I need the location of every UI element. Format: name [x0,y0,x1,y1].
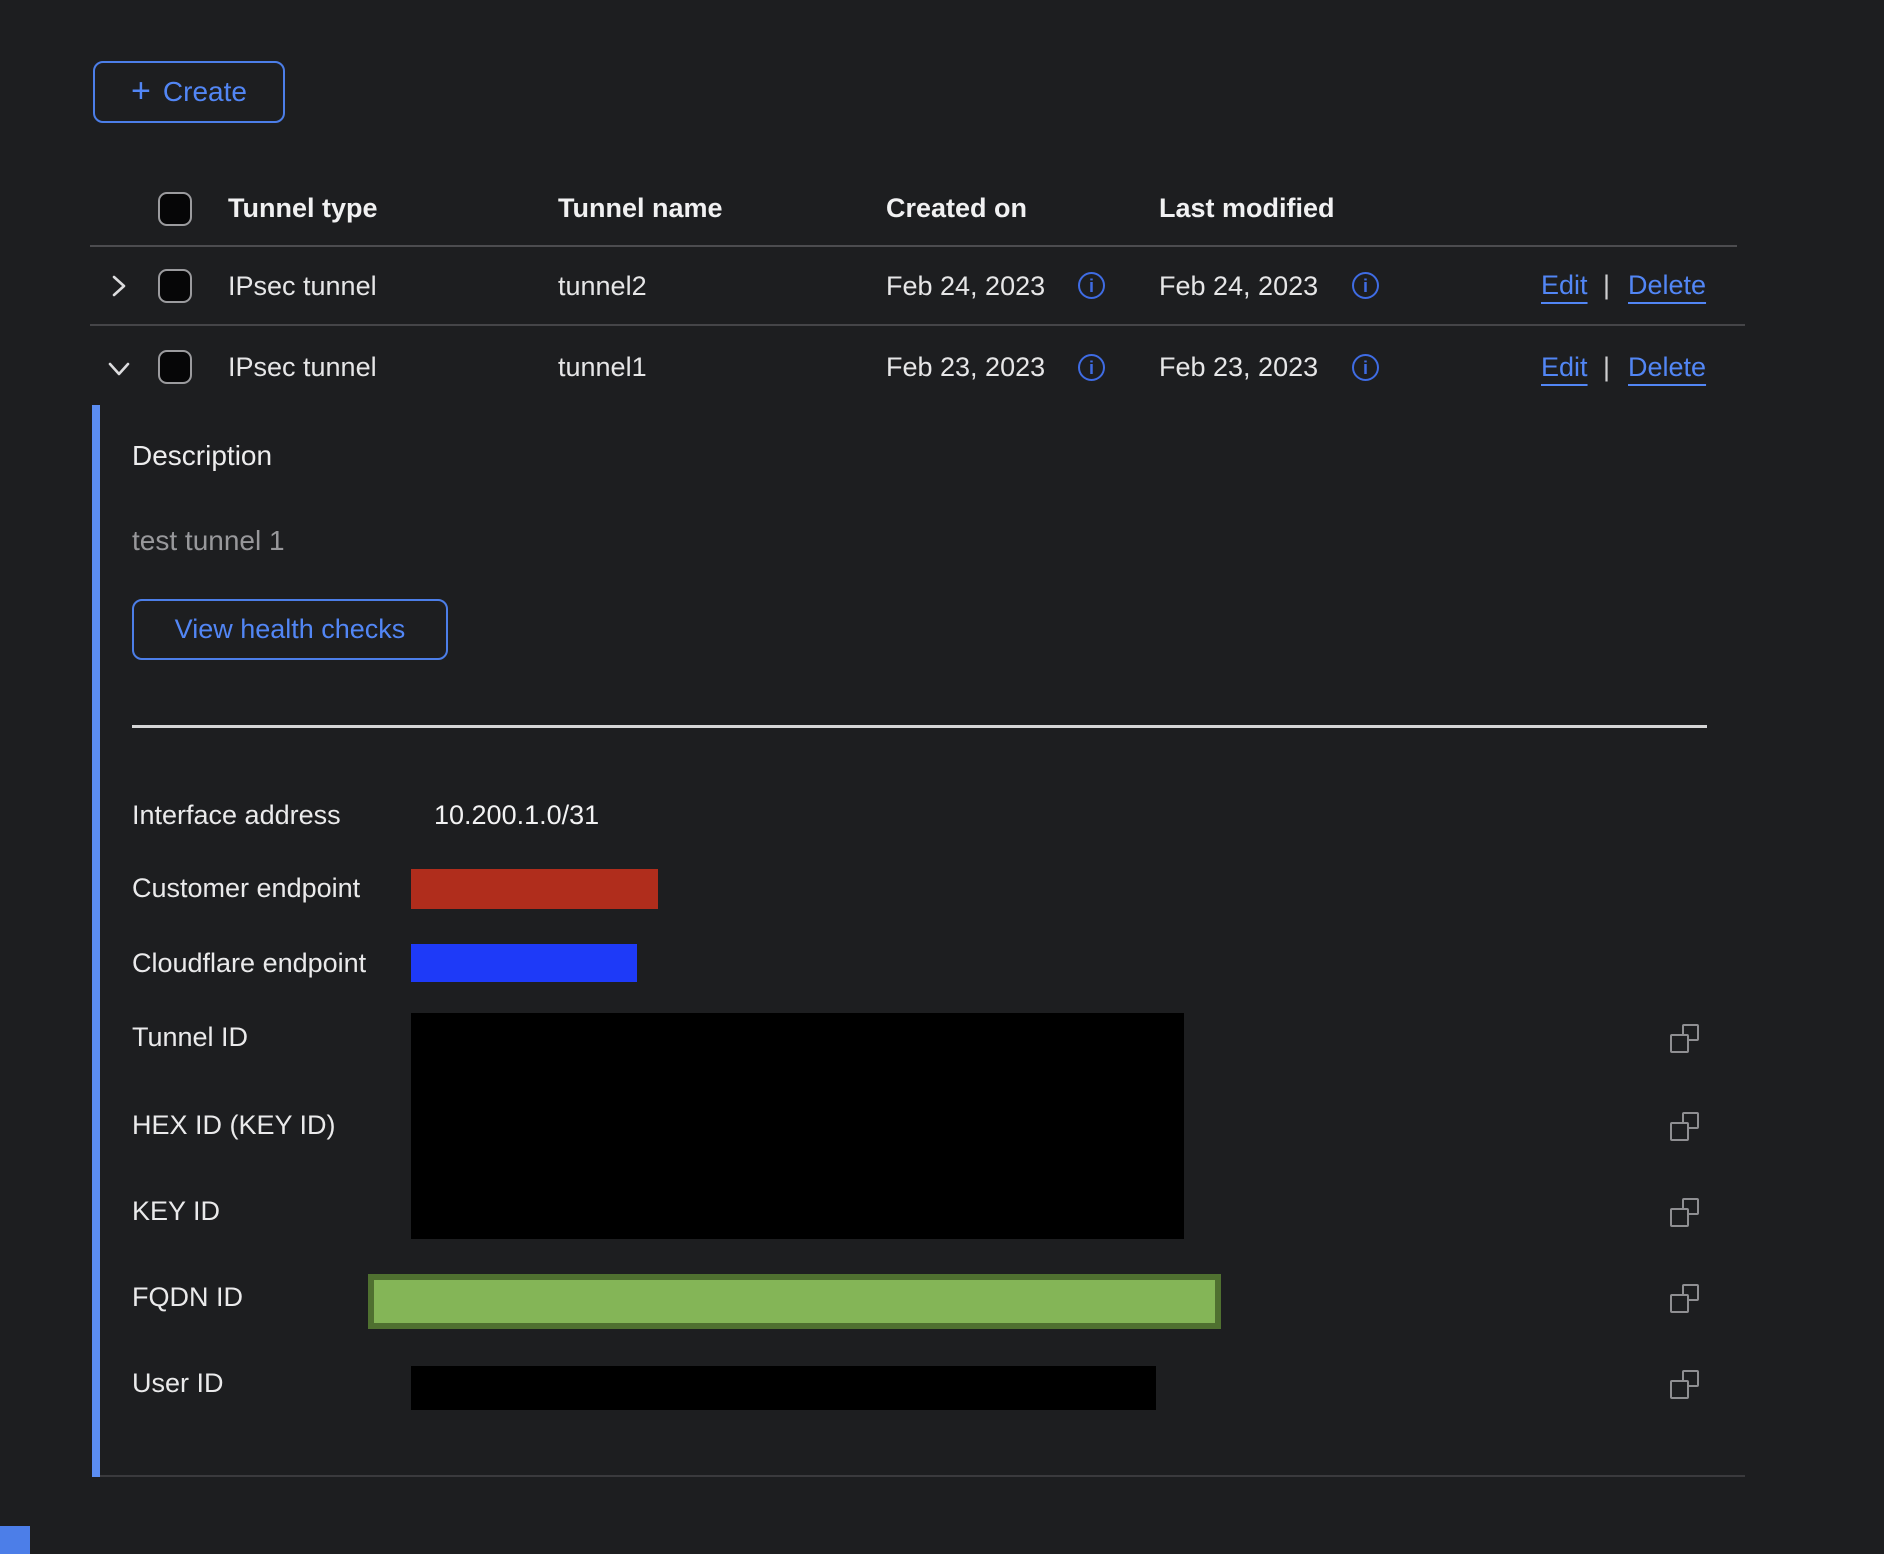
info-icon[interactable]: i [1078,272,1105,299]
panel-bottom-divider [100,1475,1745,1477]
created-on-cell: Feb 24, 2023 [886,247,1045,325]
cloudflare-endpoint-label: Cloudflare endpoint [132,948,366,979]
row-checkbox[interactable] [158,269,192,303]
copy-icon[interactable] [1669,1024,1699,1054]
tunnel-type-cell: IPsec tunnel [228,326,377,408]
key-id-label: KEY ID [132,1196,220,1227]
cloudflare-endpoint-redacted-value [411,944,637,982]
copy-icon[interactable] [1669,1112,1699,1142]
section-divider [132,725,1707,728]
delete-link[interactable]: Delete [1628,352,1706,383]
fqdn-id-label: FQDN ID [132,1282,243,1313]
copy-icon[interactable] [1669,1284,1699,1314]
create-button[interactable]: + Create [93,61,285,123]
expanded-panel-accent-bar [92,405,100,1477]
created-on-cell: Feb 23, 2023 [886,326,1045,408]
ids-redacted-value [411,1013,1184,1239]
action-separator: | [1603,352,1610,383]
tunnel-name-cell: tunnel2 [558,247,647,325]
info-icon[interactable]: i [1352,272,1379,299]
delete-link[interactable]: Delete [1628,270,1706,301]
copy-icon[interactable] [1669,1198,1699,1228]
select-all-checkbox[interactable] [158,192,192,226]
tunnel-id-label: Tunnel ID [132,1022,248,1053]
info-icon[interactable]: i [1078,354,1105,381]
interface-address-value: 10.200.1.0/31 [434,800,599,831]
user-id-redacted-value [411,1366,1156,1410]
last-modified-cell: Feb 24, 2023 [1159,247,1318,325]
column-header-tunnel-name: Tunnel name [558,178,723,238]
view-health-checks-button[interactable]: View health checks [132,599,448,660]
description-text: test tunnel 1 [132,525,285,557]
info-icon[interactable]: i [1352,354,1379,381]
chevron-right-icon[interactable] [104,271,134,301]
user-id-label: User ID [132,1368,224,1399]
corner-accent-block [0,1526,30,1554]
column-header-last-modified: Last modified [1159,178,1335,238]
customer-endpoint-label: Customer endpoint [132,873,360,904]
action-separator: | [1603,270,1610,301]
customer-endpoint-redacted-value [411,869,658,909]
plus-icon: + [131,74,151,108]
last-modified-cell: Feb 23, 2023 [1159,326,1318,408]
edit-link[interactable]: Edit [1541,270,1588,301]
create-button-label: Create [163,76,247,108]
hex-id-label: HEX ID (KEY ID) [132,1110,336,1141]
tunnels-page: + Create Tunnel type Tunnel name Created… [0,0,1884,1554]
column-header-created-on: Created on [886,178,1027,238]
description-heading: Description [132,440,272,472]
row-checkbox[interactable] [158,350,192,384]
fqdn-id-redacted-value [368,1274,1221,1329]
edit-link[interactable]: Edit [1541,352,1588,383]
interface-address-label: Interface address [132,800,341,831]
tunnel-type-cell: IPsec tunnel [228,247,377,325]
copy-icon[interactable] [1669,1370,1699,1400]
column-header-tunnel-type: Tunnel type [228,178,378,238]
tunnel-name-cell: tunnel1 [558,326,647,408]
chevron-down-icon[interactable] [104,353,134,383]
